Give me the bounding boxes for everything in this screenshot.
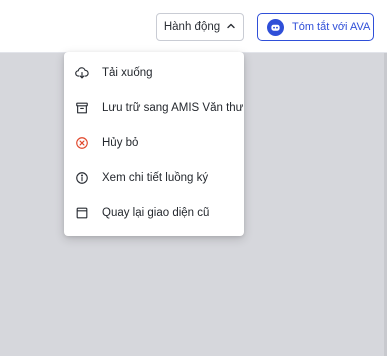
chevron-up-icon	[226, 21, 236, 34]
actions-dropdown-button[interactable]: Hành động	[156, 13, 244, 41]
menu-item-signing-flow[interactable]: Xem chi tiết luồng ký	[64, 160, 244, 195]
top-toolbar: Hành động Tóm tắt với AVA	[0, 0, 387, 53]
ava-button-label: Tóm tắt với AVA	[292, 21, 371, 33]
menu-item-cancel[interactable]: Hủy bỏ	[64, 125, 244, 160]
info-circle-icon	[75, 171, 89, 185]
cancel-circle-icon	[75, 136, 89, 150]
window-icon	[75, 206, 89, 220]
menu-item-old-interface[interactable]: Quay lại giao diện cũ	[64, 195, 244, 230]
menu-item-label: Xem chi tiết luồng ký	[102, 171, 209, 184]
actions-dropdown-menu: Tải xuống Lưu trữ sang AMIS Văn thư Hủy …	[64, 52, 244, 236]
ava-robot-icon	[267, 18, 284, 36]
menu-item-label: Quay lại giao diện cũ	[102, 206, 210, 219]
menu-item-archive[interactable]: Lưu trữ sang AMIS Văn thư	[64, 90, 244, 125]
summarize-with-ava-button[interactable]: Tóm tắt với AVA	[257, 13, 374, 41]
menu-item-label: Tải xuống	[102, 66, 153, 79]
menu-item-label: Lưu trữ sang AMIS Văn thư	[102, 101, 244, 114]
actions-button-label: Hành động	[163, 21, 221, 33]
menu-item-download[interactable]: Tải xuống	[64, 55, 244, 90]
menu-item-label: Hủy bỏ	[102, 136, 139, 149]
archive-box-icon	[75, 101, 89, 115]
cloud-download-icon	[75, 66, 89, 80]
